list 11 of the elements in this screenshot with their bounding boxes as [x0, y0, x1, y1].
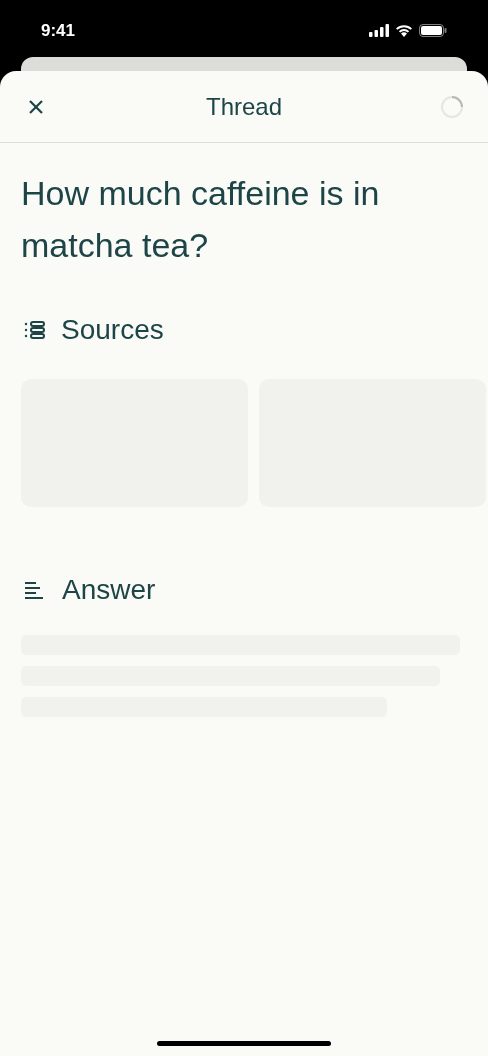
- question-title: How much caffeine is in matcha tea?: [20, 173, 381, 266]
- sources-heading: Sources: [61, 313, 164, 347]
- signal-icon: [369, 24, 389, 37]
- answer-heading: Answer: [62, 573, 156, 607]
- battery-icon: [419, 24, 447, 37]
- status-time: 9:41: [41, 19, 76, 42]
- sources-icon: [24, 320, 46, 340]
- close-icon: [27, 97, 45, 116]
- header-title: Thread: [205, 91, 282, 122]
- wifi-icon: [395, 24, 413, 37]
- lines-icon: [24, 581, 44, 599]
